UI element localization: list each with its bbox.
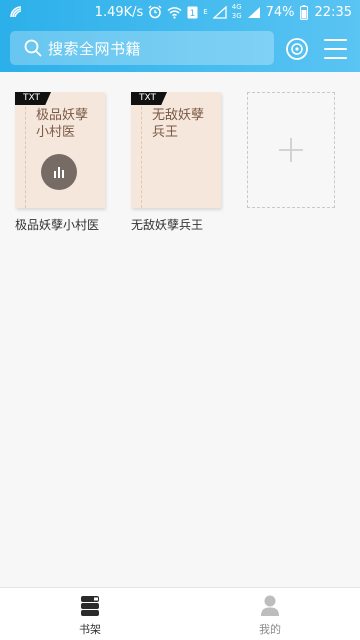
signal-icon <box>212 5 227 19</box>
book-title[interactable]: 极品妖孽小村医 <box>15 216 105 233</box>
cover-title: 极品妖孽小村医 <box>36 108 89 140</box>
search-icon <box>24 39 42 57</box>
cover-spine <box>141 92 142 208</box>
clock: 22:35 <box>314 4 352 20</box>
signal-icon <box>247 6 260 18</box>
tab-bookshelf[interactable]: 书架 <box>0 588 180 640</box>
file-type-tag: TXT <box>15 92 51 105</box>
cover-spine <box>25 92 26 208</box>
net-4g-label: 4G <box>231 3 242 11</box>
tab-label: 书架 <box>79 623 101 636</box>
menu-icon[interactable] <box>323 37 348 61</box>
audio-playing-badge[interactable] <box>41 154 77 190</box>
bottom-nav: 书架 我的 <box>0 587 360 640</box>
net-3g-label: 3G <box>231 12 242 20</box>
battery-percent: 74% <box>265 4 295 20</box>
audio-bars-icon <box>54 167 64 178</box>
book-item[interactable]: TXT 无敌妖孽兵王 无敌妖孽兵王 <box>131 92 221 233</box>
profile-icon <box>261 595 279 616</box>
add-book-button[interactable] <box>247 92 335 208</box>
bookshelf-icon <box>81 596 99 616</box>
book-title[interactable]: 无敌妖孽兵王 <box>131 216 221 233</box>
tab-profile[interactable]: 我的 <box>180 588 360 640</box>
book-cover[interactable]: TXT 极品妖孽小村医 <box>15 92 105 208</box>
tab-label: 我的 <box>259 623 281 636</box>
network-type-4g: 4G 3G <box>232 4 242 20</box>
status-bar: 1.49K/s 1 E 4G 3G 74% 22:35 <box>0 0 360 24</box>
file-type-tag: TXT <box>131 92 167 105</box>
alarm-icon <box>148 5 162 19</box>
disc-icon[interactable] <box>285 37 309 61</box>
book-item[interactable]: TXT 极品妖孽小村医 极品妖孽小村医 <box>15 92 105 233</box>
book-cover[interactable]: TXT 无敌妖孽兵王 <box>131 92 221 208</box>
svg-text:1: 1 <box>190 9 196 19</box>
cover-title: 无敌妖孽兵王 <box>152 108 205 140</box>
plus-icon <box>279 138 303 162</box>
carrier-icon <box>10 6 22 18</box>
search-placeholder: 搜索全网书籍 <box>48 39 142 58</box>
network-type: E <box>203 7 208 16</box>
net-speed: 1.49K/s <box>94 4 144 20</box>
bookshelf: TXT 极品妖孽小村医 极品妖孽小村医 TXT 无敌妖孽兵王 无敌妖孽兵王 <box>0 72 360 587</box>
sim-icon: 1 <box>187 6 198 19</box>
battery-icon <box>299 4 308 20</box>
wifi-icon <box>167 6 182 19</box>
search-input[interactable]: 搜索全网书籍 <box>10 31 274 65</box>
net-e-label: E <box>203 7 208 16</box>
app-header: 1.49K/s 1 E 4G 3G 74% 22:35 搜索全网书籍 <box>0 0 360 72</box>
